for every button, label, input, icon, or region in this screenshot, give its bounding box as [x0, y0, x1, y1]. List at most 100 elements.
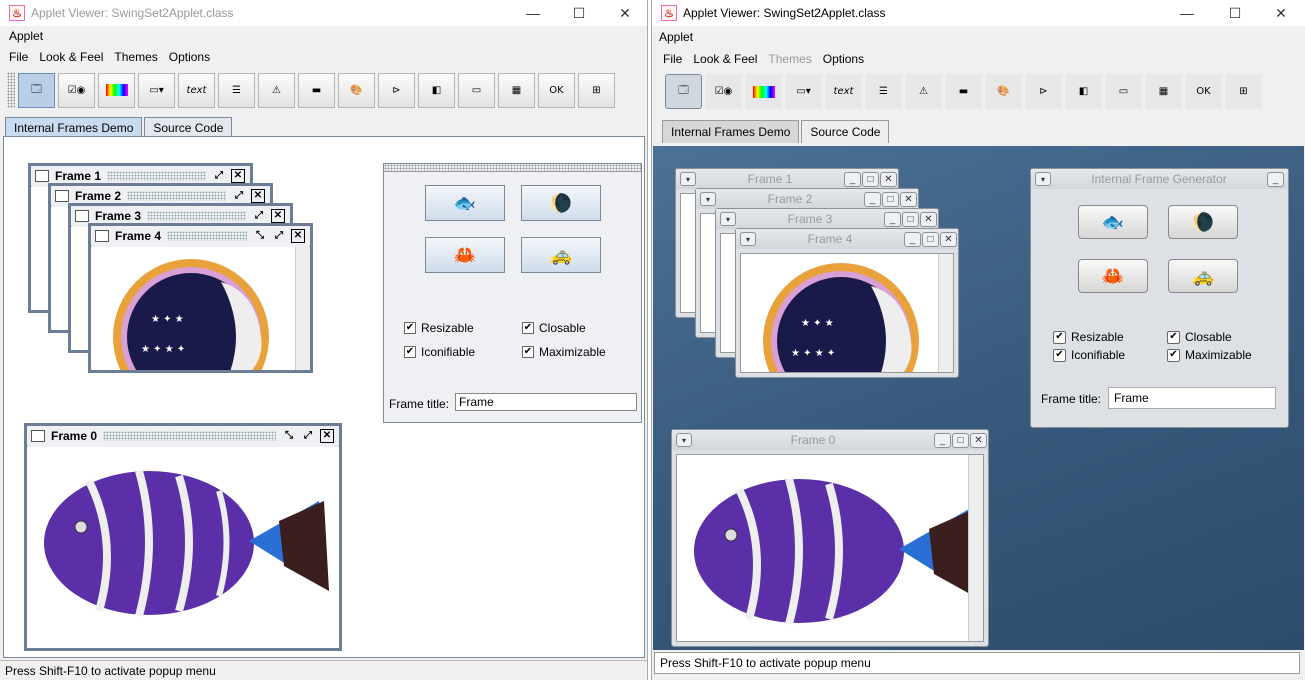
- maximize-frame-icon[interactable]: □: [922, 231, 939, 247]
- vertical-scrollbar[interactable]: [968, 455, 983, 641]
- minimize-icon[interactable]: —: [510, 0, 556, 26]
- color-chooser-icon[interactable]: [745, 74, 782, 109]
- frame-title-field[interactable]: Frame: [455, 393, 637, 411]
- slider-icon[interactable]: ⊳: [378, 72, 415, 108]
- menu-file[interactable]: File: [9, 50, 28, 64]
- minimize-frame-icon[interactable]: _: [864, 191, 881, 207]
- close-frame-icon[interactable]: ✕: [970, 432, 987, 448]
- maximize-frame-icon[interactable]: ⤢: [252, 209, 266, 223]
- table-icon[interactable]: ▦: [1145, 74, 1182, 109]
- text-icon[interactable]: text: [178, 72, 215, 108]
- maximize-frame-icon[interactable]: □: [862, 171, 879, 187]
- internal-frame-0[interactable]: ▾ Frame 0 _ □ ✕: [671, 429, 989, 647]
- tab-internal-frames-demo[interactable]: Internal Frames Demo: [662, 120, 800, 143]
- internal-frame-0[interactable]: Frame 0 ⤡ ⤢ ✕: [24, 423, 342, 651]
- frame-title-field[interactable]: Frame: [1108, 387, 1276, 409]
- checkbox-radio-icon[interactable]: ☑◉: [58, 72, 95, 108]
- maximize-frame-icon[interactable]: □: [882, 191, 899, 207]
- combobox-icon[interactable]: ▭▾: [138, 72, 175, 108]
- closable-checkbox[interactable]: ✔ Closable: [522, 321, 586, 335]
- internal-frame-4[interactable]: Frame 4 ⤡ ⤢ ✕ ★ ✦ ★ ★ ✦ ★ ✦: [88, 223, 313, 373]
- minimize-frame-icon[interactable]: _: [844, 171, 861, 187]
- menu-themes[interactable]: Themes: [768, 52, 811, 66]
- internal-frame-4[interactable]: ▾ Frame 4 _ □ ✕ ★ ✦ ★ ★ ✦ ★ ✦: [735, 228, 959, 378]
- close-frame-icon[interactable]: ✕: [231, 168, 245, 183]
- menu-themes[interactable]: Themes: [114, 50, 157, 64]
- close-icon[interactable]: ✕: [602, 0, 647, 26]
- fish-button[interactable]: 🐟: [1078, 205, 1148, 239]
- minimize-icon[interactable]: —: [1164, 0, 1210, 26]
- split-pane-icon[interactable]: ◧: [1065, 74, 1102, 109]
- close-frame-icon[interactable]: ✕: [320, 428, 334, 443]
- close-frame-icon[interactable]: ✕: [271, 208, 285, 223]
- option-pane-icon[interactable]: ⚠: [258, 72, 295, 108]
- minimize-frame-icon[interactable]: ⤡: [253, 229, 267, 243]
- sun-button[interactable]: 🦀: [1078, 259, 1148, 293]
- iconifiable-checkbox[interactable]: ✔ Iconifiable: [404, 345, 475, 359]
- close-frame-icon[interactable]: ✕: [900, 191, 917, 207]
- vertical-scrollbar[interactable]: [938, 254, 953, 372]
- resizable-checkbox[interactable]: ✔ Resizable: [1053, 330, 1124, 344]
- minimize-frame-icon[interactable]: _: [934, 432, 951, 448]
- list-icon[interactable]: ☰: [218, 72, 255, 108]
- iconifiable-checkbox[interactable]: ✔ Iconifiable: [1053, 348, 1125, 362]
- option-pane-icon[interactable]: ⚠: [905, 74, 942, 109]
- maximizable-checkbox[interactable]: ✔ Maximizable: [1167, 348, 1252, 362]
- sun-button[interactable]: 🦀: [425, 237, 505, 273]
- menu-options[interactable]: Options: [169, 50, 210, 64]
- tab-internal-frames-demo[interactable]: Internal Frames Demo: [5, 117, 143, 138]
- frame-menu-icon[interactable]: ▾: [1035, 172, 1051, 186]
- tabbed-pane-icon[interactable]: ▭: [1105, 74, 1142, 109]
- close-frame-icon[interactable]: ✕: [920, 211, 937, 227]
- maximize-frame-icon[interactable]: ⤢: [272, 229, 286, 243]
- resizable-checkbox[interactable]: ✔ Resizable: [404, 321, 474, 335]
- menu-applet[interactable]: Applet: [659, 30, 693, 44]
- frame-menu-icon[interactable]: ▾: [700, 192, 716, 206]
- close-frame-icon[interactable]: ✕: [940, 231, 957, 247]
- frame-menu-icon[interactable]: ▾: [740, 232, 756, 246]
- maximize-icon[interactable]: ☐: [1212, 0, 1258, 26]
- tooltip-icon[interactable]: OK: [538, 72, 575, 108]
- text-icon[interactable]: text: [825, 74, 862, 109]
- close-frame-icon[interactable]: ✕: [251, 188, 265, 203]
- checkbox-radio-icon[interactable]: ☑◉: [705, 74, 742, 109]
- minimize-frame-icon[interactable]: _: [884, 211, 901, 227]
- moon-button[interactable]: 🌘: [521, 185, 601, 221]
- tabbed-pane-icon[interactable]: ▭: [458, 72, 495, 108]
- minimize-frame-icon[interactable]: ⤡: [282, 429, 296, 443]
- progress-bar-icon[interactable]: ▬: [298, 72, 335, 108]
- tooltip-icon[interactable]: OK: [1185, 74, 1222, 109]
- close-frame-icon[interactable]: ✕: [880, 171, 897, 187]
- close-frame-icon[interactable]: ✕: [291, 228, 305, 243]
- split-pane-icon[interactable]: ◧: [418, 72, 455, 108]
- image-icon[interactable]: 🎨: [985, 74, 1022, 109]
- maximize-frame-icon[interactable]: ⤢: [212, 169, 226, 183]
- tree-icon[interactable]: ⊞: [1225, 74, 1262, 109]
- progress-bar-icon[interactable]: ▬: [945, 74, 982, 109]
- maximize-frame-icon[interactable]: □: [902, 211, 919, 227]
- table-icon[interactable]: ▦: [498, 72, 535, 108]
- internal-frame-icon[interactable]: 🗔: [665, 74, 702, 109]
- frame-menu-icon[interactable]: ▾: [680, 172, 696, 186]
- menu-options[interactable]: Options: [823, 52, 864, 66]
- tab-source-code[interactable]: Source Code: [801, 120, 890, 143]
- color-chooser-icon[interactable]: [98, 72, 135, 108]
- minimize-frame-icon[interactable]: _: [1267, 171, 1284, 187]
- close-icon[interactable]: ✕: [1258, 0, 1304, 26]
- list-icon[interactable]: ☰: [865, 74, 902, 109]
- maximize-frame-icon[interactable]: □: [952, 432, 969, 448]
- image-icon[interactable]: 🎨: [338, 72, 375, 108]
- tab-source-code[interactable]: Source Code: [144, 117, 233, 138]
- moon-button[interactable]: 🌘: [1168, 205, 1238, 239]
- frame-menu-icon[interactable]: ▾: [676, 433, 692, 447]
- maximize-icon[interactable]: ☐: [556, 0, 602, 26]
- frame-menu-icon[interactable]: ▾: [720, 212, 736, 226]
- maximize-frame-icon[interactable]: ⤢: [301, 429, 315, 443]
- maximizable-checkbox[interactable]: ✔ Maximizable: [522, 345, 606, 359]
- minimize-frame-icon[interactable]: _: [904, 231, 921, 247]
- cab-button[interactable]: 🚕: [521, 237, 601, 273]
- tree-icon[interactable]: ⊞: [578, 72, 615, 108]
- slider-icon[interactable]: ⊳: [1025, 74, 1062, 109]
- toolbar-grip[interactable]: [7, 72, 15, 108]
- closable-checkbox[interactable]: ✔ Closable: [1167, 330, 1232, 344]
